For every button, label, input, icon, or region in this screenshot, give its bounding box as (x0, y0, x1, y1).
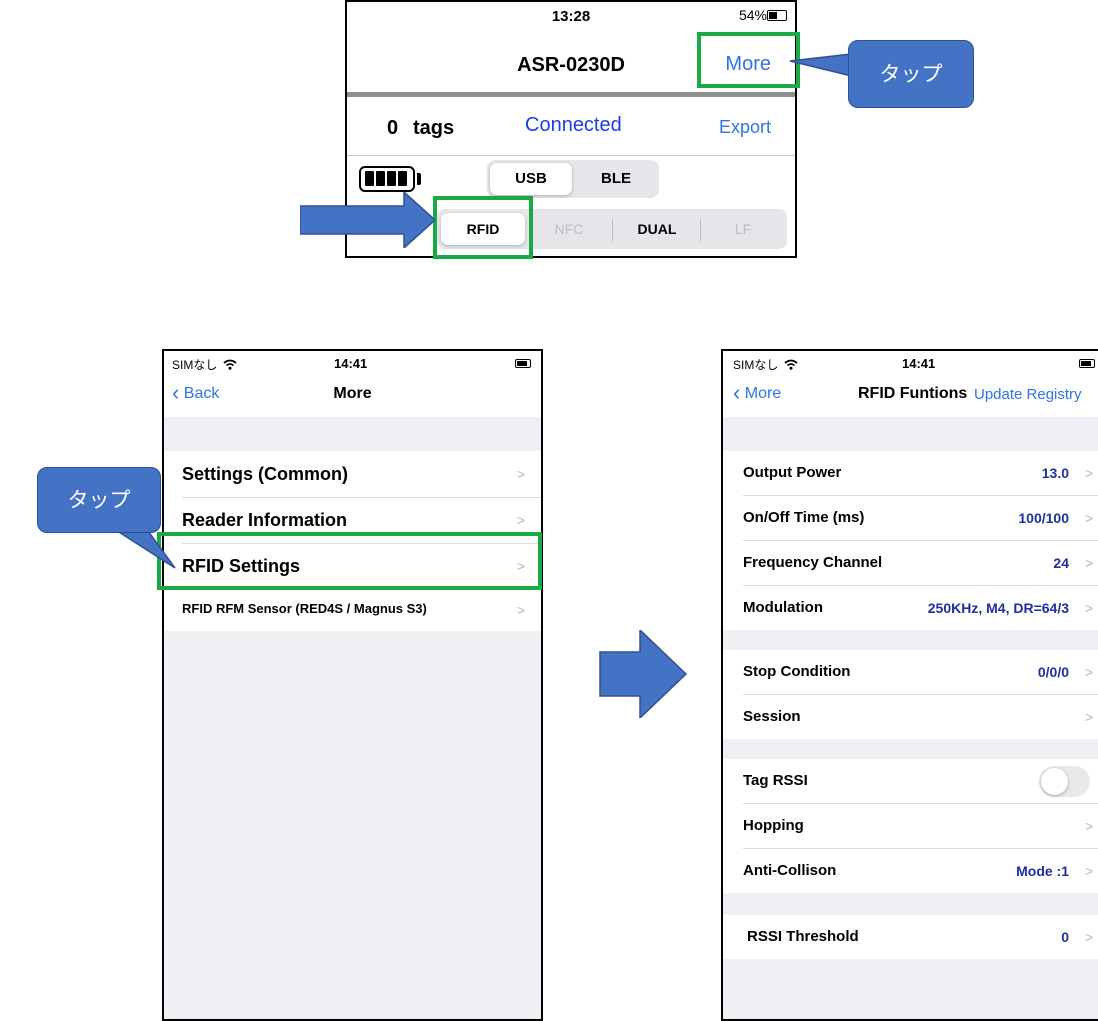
battery-percent: 54% (738, 7, 767, 23)
tap-callout-text: タップ (879, 63, 943, 86)
setting-row[interactable]: Hopping > (723, 804, 1098, 848)
tag-count: 0 (387, 117, 399, 139)
update-registry-button[interactable]: Update Registry (974, 386, 1082, 403)
battery-nub (417, 173, 421, 185)
nav-title: More (333, 385, 372, 402)
tag-rssi-toggle[interactable] (1039, 766, 1090, 797)
tap-callout-top: タップ (848, 40, 974, 108)
status-time: 14:41 (334, 356, 368, 371)
setting-label: Stop Condition (743, 663, 851, 680)
setting-row[interactable]: Anti-Collison Mode :1 > (723, 849, 1098, 893)
rfid-settings-highlight (157, 532, 542, 590)
battery-icon (515, 359, 531, 368)
list-item-label: Settings (Common) (182, 464, 348, 484)
setting-value: Mode :1 (1016, 863, 1069, 879)
nfc-tab[interactable]: NFC (527, 213, 611, 245)
rfid-functions-screen: SIMなし 14:41 ‹ More RFID Funtions Update … (721, 349, 1098, 1021)
status-time: 13:28 (551, 8, 591, 25)
usb-tab[interactable]: USB (490, 163, 572, 195)
section-spacer (723, 893, 1098, 915)
setting-label: Anti-Collison (743, 862, 837, 879)
chevron-right-icon: > (1085, 709, 1094, 725)
setting-row[interactable]: Session > (723, 695, 1098, 739)
setting-row[interactable]: On/Off Time (ms) 100/100 > (723, 496, 1098, 540)
chevron-right-icon: > (1085, 555, 1094, 571)
lf-tab[interactable]: LF (701, 213, 785, 245)
setting-label: RSSI Threshold (747, 928, 859, 945)
right-arrow-icon (300, 192, 435, 248)
list-item-label: Reader Information (182, 510, 348, 530)
setting-value: 13.0 (1041, 465, 1069, 481)
section-spacer (723, 417, 1098, 451)
chevron-right-icon: > (1085, 863, 1094, 879)
setting-row[interactable]: Stop Condition 0/0/0 > (723, 650, 1098, 694)
setting-row: Tag RSSI (723, 759, 1098, 803)
reader-battery-icon (359, 166, 415, 192)
chevron-right-icon: > (1085, 664, 1094, 680)
setting-label: Modulation (743, 599, 823, 616)
header-divider (347, 92, 795, 97)
chevron-right-icon: > (1085, 818, 1094, 834)
back-label: More (744, 385, 782, 402)
setting-value: 24 (1053, 555, 1069, 571)
chevron-right-icon: > (516, 602, 525, 618)
wifi-icon (784, 359, 798, 370)
chevron-right-icon: > (516, 512, 525, 528)
segment-divider (612, 219, 613, 241)
empty-area (164, 631, 541, 1019)
tag-count-label: tags (413, 117, 455, 139)
status-time: 14:41 (902, 356, 936, 371)
setting-row[interactable]: Frequency Channel 24 > (723, 541, 1098, 585)
list-item[interactable]: RFID RFM Sensor (RED4S / Magnus S3) > (164, 590, 541, 630)
rfid-highlight (433, 196, 533, 259)
export-button[interactable]: Export (719, 117, 771, 138)
setting-row[interactable]: RSSI Threshold 0 > (723, 915, 1098, 959)
empty-area (723, 959, 1098, 1019)
setting-label: Hopping (743, 817, 804, 834)
carrier-text: SIMなし (733, 356, 798, 373)
connection-status: Connected (525, 114, 622, 136)
setting-label: Session (743, 708, 801, 725)
setting-label: Tag RSSI (743, 772, 808, 789)
dual-tab[interactable]: DUAL (615, 213, 699, 245)
setting-label: Output Power (743, 464, 842, 481)
carrier-text: SIMなし (172, 356, 237, 373)
setting-value: 0 (1061, 929, 1069, 945)
setting-row[interactable]: Output Power 13.0 > (723, 451, 1098, 495)
setting-value: 250KHz, M4, DR=64/3 (927, 600, 1069, 616)
ble-tab[interactable]: BLE (575, 163, 657, 195)
chevron-right-icon: > (1085, 465, 1094, 481)
chevron-right-icon: > (1085, 510, 1094, 526)
battery-icon (1079, 359, 1095, 368)
list-item-label: RFID RFM Sensor (RED4S / Magnus S3) (182, 601, 427, 616)
chevron-right-icon: > (1085, 929, 1094, 945)
back-button[interactable]: ‹ More (733, 382, 782, 404)
setting-row[interactable]: Modulation 250KHz, M4, DR=64/3 > (723, 586, 1098, 630)
chevron-right-icon: > (516, 466, 525, 482)
nav-title: RFID Funtions (858, 385, 968, 402)
setting-value: 0/0/0 (1037, 664, 1069, 680)
setting-value: 100/100 (1018, 510, 1069, 526)
setting-label: Frequency Channel (743, 554, 883, 571)
tap-callout-text: タップ (67, 489, 131, 512)
setting-label: On/Off Time (ms) (743, 509, 865, 526)
right-arrow-icon (599, 630, 688, 718)
more-screen: SIMなし 14:41 ‹ Back More Settings (Common… (162, 349, 543, 1021)
tap-callout-left: タップ (37, 467, 161, 533)
chevron-left-icon: ‹ (733, 380, 741, 405)
wifi-icon (223, 359, 237, 370)
section-spacer (723, 630, 1098, 650)
section-spacer (164, 417, 541, 451)
section-spacer (723, 739, 1098, 759)
battery-icon (767, 10, 787, 21)
chevron-right-icon: > (1085, 600, 1094, 616)
divider (347, 155, 795, 156)
list-item[interactable]: Settings (Common) > (164, 452, 541, 497)
